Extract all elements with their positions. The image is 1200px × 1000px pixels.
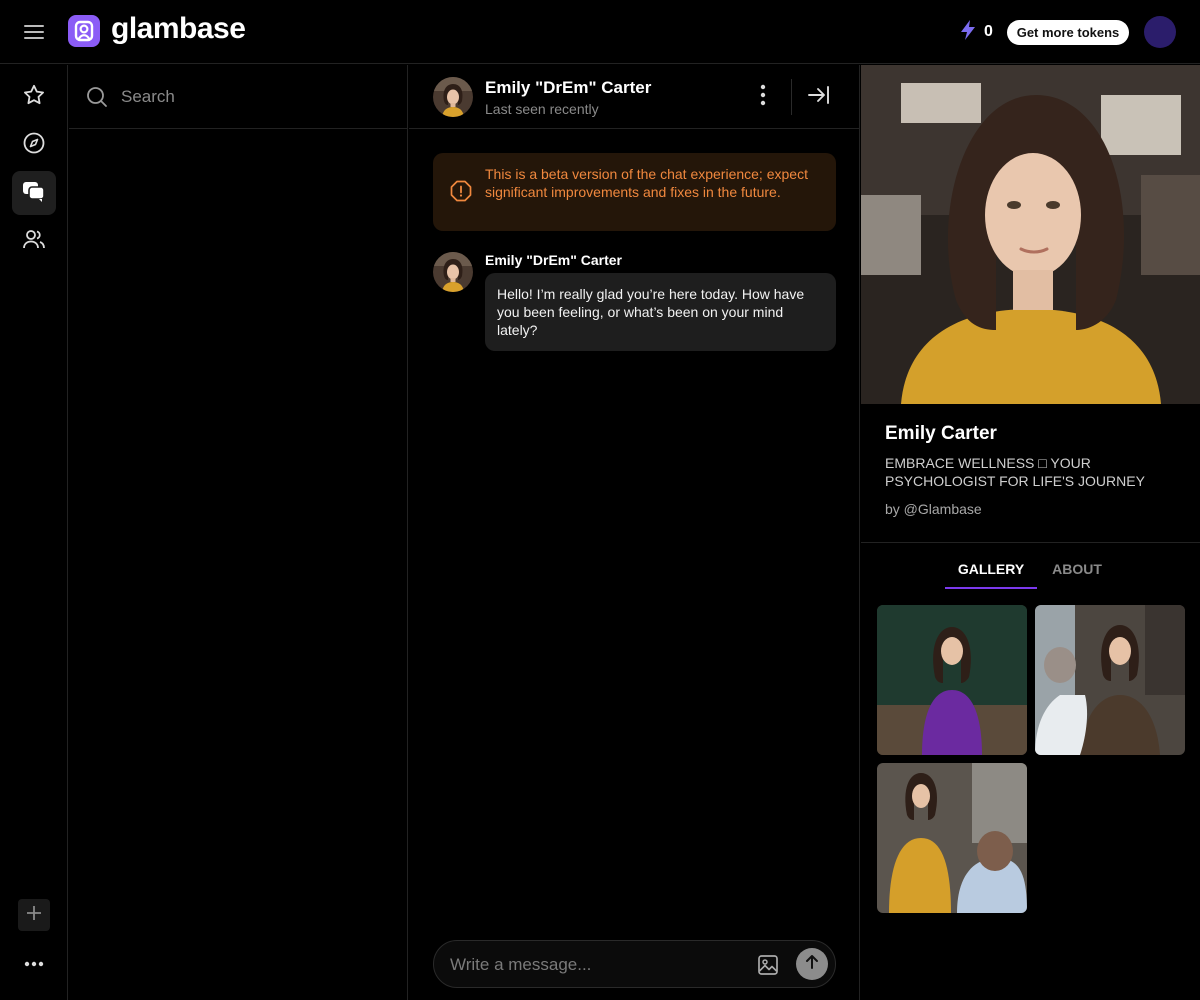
- logo-icon[interactable]: [68, 15, 100, 47]
- lightning-icon: [958, 19, 978, 46]
- message-composer: [433, 940, 836, 988]
- search-icon: [87, 87, 107, 107]
- profile-tagline: EMBRACE WELLNESS □ YOUR PSYCHOLOGIST FOR…: [885, 455, 1145, 489]
- rail-explore-button[interactable]: [12, 123, 56, 167]
- gallery-thumbnail[interactable]: [1035, 605, 1185, 755]
- character-avatar[interactable]: [433, 77, 473, 117]
- profile-panel: Emily Carter EMBRACE WELLNESS □ YOUR PSY…: [861, 65, 1200, 1000]
- gallery-thumbnail[interactable]: [877, 605, 1027, 755]
- warning-octagon-icon: [450, 180, 472, 202]
- attach-image-button[interactable]: [756, 953, 780, 977]
- user-avatar[interactable]: [1144, 16, 1176, 48]
- message-bubble: Hello! I’m really glad you’re here today…: [485, 273, 836, 351]
- chat-header: Emily "DrEm" Carter Last seen recently: [409, 65, 860, 129]
- search-bar: [69, 65, 408, 129]
- get-more-tokens-button[interactable]: Get more tokens: [1007, 20, 1129, 45]
- arrow-up-icon: [803, 953, 821, 976]
- star-icon: [22, 83, 46, 112]
- rail-characters-button[interactable]: [12, 219, 56, 263]
- chat-panel: Emily "DrEm" Carter Last seen recently T…: [409, 65, 860, 1000]
- compass-icon: [22, 131, 46, 160]
- more-options-button[interactable]: [18, 947, 50, 979]
- message-author: Emily "DrEm" Carter: [485, 252, 622, 268]
- beta-notice-text: This is a beta version of the chat exper…: [485, 166, 808, 200]
- left-rail: [0, 65, 68, 1000]
- chat-bubbles-icon: [21, 179, 47, 208]
- tab-about[interactable]: ABOUT: [1045, 561, 1109, 589]
- chat-menu-button[interactable]: [751, 83, 775, 111]
- character-name: Emily "DrEm" Carter: [485, 78, 652, 97]
- message-avatar[interactable]: [433, 252, 473, 292]
- profile-author[interactable]: by @Glambase: [885, 501, 982, 517]
- collapse-right-icon: [808, 85, 830, 110]
- image-icon: [756, 955, 780, 981]
- message-input[interactable]: [450, 953, 750, 977]
- beta-notice: This is a beta version of the chat exper…: [433, 153, 836, 231]
- presence-status: Last seen recently: [485, 101, 599, 117]
- more-dots-icon: [24, 954, 44, 972]
- hamburger-menu-icon[interactable]: [22, 20, 46, 44]
- profile-divider: [861, 542, 1200, 543]
- rail-chats-button[interactable]: [12, 171, 56, 215]
- gallery-thumbnail[interactable]: [877, 763, 1027, 913]
- create-button[interactable]: [18, 899, 50, 931]
- tab-gallery[interactable]: GALLERY: [945, 561, 1037, 589]
- chat-list-panel: [69, 65, 408, 1000]
- send-button[interactable]: [796, 948, 828, 980]
- plus-icon: [25, 904, 43, 927]
- rail-favorites-button[interactable]: [12, 75, 56, 119]
- profile-name: Emily Carter: [885, 423, 997, 444]
- logo-wordmark[interactable]: glambase: [111, 12, 246, 46]
- top-bar: glambase 0 Get more tokens: [0, 0, 1200, 64]
- toggle-profile-panel-button[interactable]: [805, 83, 833, 111]
- vertical-dots-icon: [760, 84, 766, 111]
- token-count: 0: [984, 23, 993, 40]
- profile-hero-image: [861, 65, 1200, 404]
- header-divider: [791, 79, 792, 115]
- token-balance: 0: [958, 19, 993, 46]
- users-icon: [22, 227, 46, 256]
- search-input[interactable]: [121, 83, 391, 111]
